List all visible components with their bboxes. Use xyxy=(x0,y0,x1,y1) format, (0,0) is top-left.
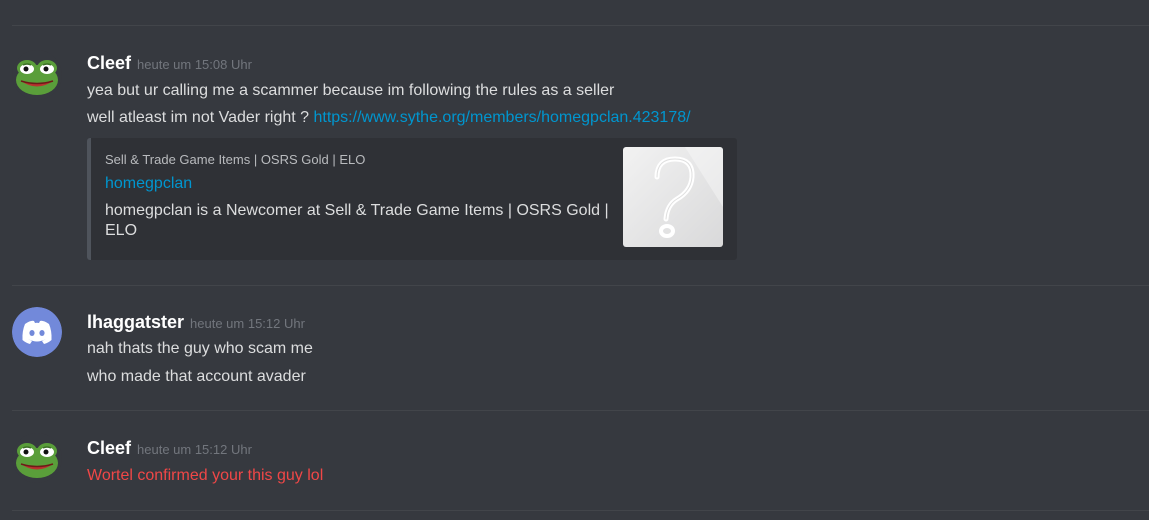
message-divider xyxy=(12,285,1149,286)
timestamp: heute um 15:12 Uhr xyxy=(137,442,252,457)
message-header: Cleef heute um 15:12 Uhr xyxy=(87,438,252,459)
message-text: who made that account avader xyxy=(87,368,306,385)
embed-provider: Sell & Trade Game Items | OSRS Gold | EL… xyxy=(105,152,366,167)
message-text: well atleast im not Vader right ? xyxy=(87,109,314,126)
discord-logo-icon[interactable] xyxy=(12,307,62,357)
message-header: Cleef heute um 15:08 Uhr xyxy=(87,53,252,74)
message-header: lhaggatster heute um 15:12 Uhr xyxy=(87,312,305,333)
username[interactable]: Cleef xyxy=(87,438,131,458)
chat-messages: Cleef heute um 15:08 Uhr yea but ur calli… xyxy=(0,0,1149,520)
embed-description: homegpclan is a Newcomer at Sell & Trade… xyxy=(105,202,609,239)
message-divider xyxy=(12,410,1149,411)
message-link[interactable]: https://www.sythe.org/members/homegpclan… xyxy=(313,109,690,126)
timestamp: heute um 15:08 Uhr xyxy=(137,57,252,72)
link-embed: Sell & Trade Game Items | OSRS Gold | EL… xyxy=(87,138,737,260)
message-text: yea but ur calling me a scammer because … xyxy=(87,82,615,99)
username[interactable]: lhaggatster xyxy=(87,312,184,332)
question-mark-icon[interactable] xyxy=(623,147,723,247)
message-text: nah thats the guy who scam me xyxy=(87,340,313,357)
message-divider xyxy=(12,25,1149,26)
username[interactable]: Cleef xyxy=(87,53,131,73)
pepe-frog-icon[interactable] xyxy=(12,50,62,100)
previous-message-cut xyxy=(87,0,91,10)
message-text: Wortel confirmed your this guy lol xyxy=(87,467,324,484)
message-divider xyxy=(12,510,1149,511)
message-text-with-link: well atleast im not Vader right ? https:… xyxy=(87,108,691,128)
embed-title-link[interactable]: homegpclan xyxy=(105,175,192,193)
timestamp: heute um 15:12 Uhr xyxy=(190,316,305,331)
pepe-frog-icon[interactable] xyxy=(12,433,62,483)
